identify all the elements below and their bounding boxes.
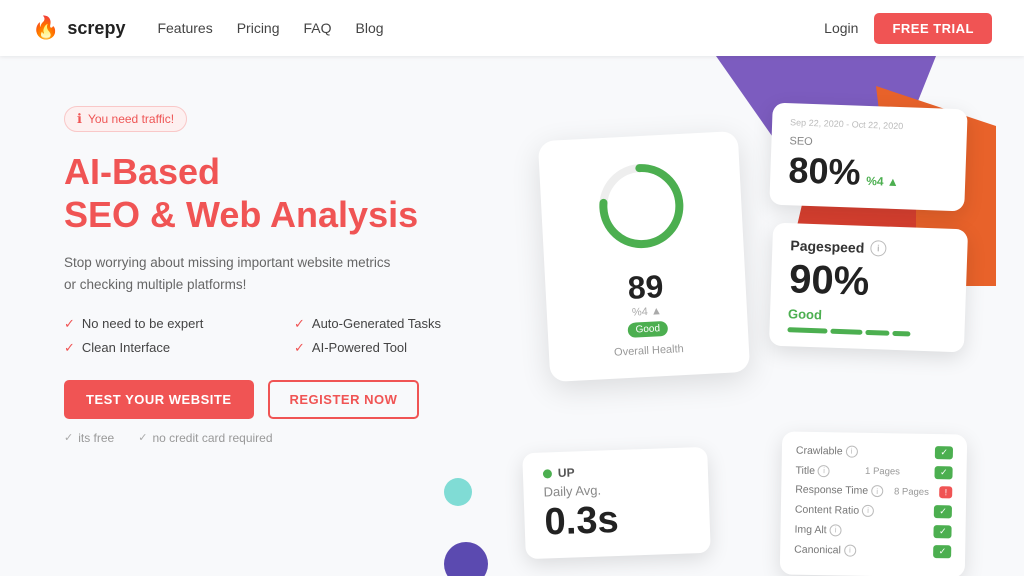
- logo: 🔥 screpy: [32, 15, 125, 41]
- title-val: 1 Pages: [865, 466, 900, 478]
- check-icon-3: ✓: [64, 340, 75, 356]
- good-badge: Good: [627, 321, 668, 338]
- logo-text: screpy: [67, 18, 125, 39]
- detail-label-title: Title i: [795, 464, 830, 477]
- feature-label-1: No need to be expert: [82, 316, 203, 331]
- detail-label-content: Content Ratio i: [795, 503, 874, 516]
- pagespeed-label: Pagespeed: [790, 237, 864, 256]
- cta-row: TEST YOUR WEBSITE REGISTER NOW: [64, 380, 504, 419]
- pagespeed-header: Pagespeed i: [790, 237, 949, 259]
- card-seo: Sep 22, 2020 - Oct 22, 2020 SEO 80% %4 ▲: [769, 103, 967, 212]
- crawlable-info: i: [846, 445, 858, 457]
- pagespeed-info-icon: i: [870, 240, 887, 257]
- health-label: Overall Health: [573, 341, 725, 361]
- progress-bar-2: [830, 329, 862, 335]
- feature-item-4: ✓ AI-Powered Tool: [294, 340, 504, 356]
- nav-links: Features Pricing FAQ Blog: [157, 20, 383, 36]
- progress-bar-1: [787, 327, 827, 333]
- pagespeed-bars: [787, 327, 946, 338]
- seo-change: %4 ▲: [866, 174, 899, 189]
- uptime-status: UP: [558, 465, 575, 480]
- response-badge: !: [940, 486, 953, 498]
- note-no-card: ✓ no credit card required: [138, 431, 272, 445]
- hero-description: Stop worrying about missing important we…: [64, 252, 404, 295]
- seo-score-value: 80%: [788, 149, 861, 193]
- note-check-2: ✓: [138, 431, 147, 444]
- up-dot: [543, 469, 552, 478]
- heading-line2: SEO & Web Analysis: [64, 193, 504, 236]
- gauge-container: [563, 152, 720, 265]
- detail-row-canonical: Canonical i ✓: [794, 543, 951, 559]
- detail-row-crawlable: Crawlable i ✓: [796, 444, 953, 460]
- imgalt-info: i: [830, 524, 842, 536]
- login-button[interactable]: Login: [824, 20, 858, 36]
- check-icon-1: ✓: [64, 316, 75, 332]
- hero-content: ℹ You need traffic! AI-Based SEO & Web A…: [64, 96, 504, 445]
- progress-bar-4: [892, 331, 910, 337]
- title-badge: ✓: [935, 466, 953, 479]
- title-info: i: [818, 465, 830, 477]
- badge-text: You need traffic!: [88, 112, 174, 126]
- detail-row-title: Title i 1 Pages ✓: [795, 464, 952, 480]
- feature-label-2: Auto-Generated Tasks: [312, 316, 441, 331]
- seo-score-row: 80% %4 ▲: [788, 149, 948, 197]
- uptime-status-row: UP: [543, 461, 688, 480]
- pagespeed-status: Good: [788, 306, 947, 327]
- card-overall-health: 89 %4 ▲ Good Overall Health: [538, 131, 750, 382]
- detail-label-imgalt: Img Alt i: [794, 523, 841, 536]
- register-now-button[interactable]: REGISTER NOW: [268, 380, 420, 419]
- card-details: Crawlable i ✓ Title i 1 Pages ✓ Response…: [780, 431, 967, 576]
- nav-link-features[interactable]: Features: [157, 20, 212, 36]
- detail-label-crawlable: Crawlable i: [796, 444, 858, 457]
- note-check-1: ✓: [64, 431, 73, 444]
- imgalt-badge: ✓: [934, 525, 952, 538]
- detail-row-response: Response Time i 8 Pages !: [795, 484, 952, 499]
- detail-row-imgalt: Img Alt i ✓: [794, 523, 951, 539]
- navbar: 🔥 screpy Features Pricing FAQ Blog Login…: [0, 0, 1024, 56]
- progress-bar-3: [865, 330, 889, 336]
- cta-notes: ✓ its free ✓ no credit card required: [64, 431, 504, 445]
- traffic-badge: ℹ You need traffic!: [64, 106, 187, 132]
- gauge-svg: [589, 154, 694, 259]
- detail-row-content: Content Ratio i ✓: [795, 503, 952, 519]
- card-pagespeed: Pagespeed i 90% Good: [769, 223, 968, 353]
- feature-item-3: ✓ Clean Interface: [64, 340, 274, 356]
- seo-date: Sep 22, 2020 - Oct 22, 2020: [790, 117, 949, 133]
- canonical-badge: ✓: [934, 545, 952, 558]
- nav-link-pricing[interactable]: Pricing: [237, 20, 280, 36]
- dot-teal: [444, 478, 472, 506]
- hero-heading: AI-Based SEO & Web Analysis: [64, 150, 504, 236]
- content-badge: ✓: [934, 505, 952, 518]
- nav-link-faq[interactable]: FAQ: [304, 20, 332, 36]
- nav-link-blog[interactable]: Blog: [356, 20, 384, 36]
- info-icon: ℹ: [77, 111, 82, 127]
- response-info: i: [871, 485, 883, 497]
- feature-label-4: AI-Powered Tool: [312, 340, 407, 355]
- free-trial-button[interactable]: FREE TRIAL: [874, 13, 992, 44]
- content-info: i: [862, 504, 874, 516]
- crawlable-badge: ✓: [935, 446, 953, 459]
- test-website-button[interactable]: TEST YOUR WEBSITE: [64, 380, 254, 419]
- uptime-value: 0.3s: [544, 496, 690, 544]
- card-uptime: UP Daily Avg. 0.3s: [522, 447, 711, 559]
- nav-left: 🔥 screpy Features Pricing FAQ Blog: [32, 15, 384, 41]
- hero-section: ℹ You need traffic! AI-Based SEO & Web A…: [0, 56, 1024, 576]
- feature-label-3: Clean Interface: [82, 340, 170, 355]
- heading-line1: AI-Based: [64, 150, 504, 193]
- logo-icon: 🔥: [32, 15, 59, 41]
- feature-item-1: ✓ No need to be expert: [64, 316, 274, 332]
- check-icon-2: ✓: [294, 316, 305, 332]
- hero-visuals: 89 %4 ▲ Good Overall Health Sep 22, 2020…: [504, 96, 976, 576]
- nav-right: Login FREE TRIAL: [824, 13, 992, 44]
- note-free: ✓ its free: [64, 431, 114, 445]
- pagespeed-score: 90%: [788, 257, 948, 308]
- dot-purple: [444, 542, 488, 576]
- features-list: ✓ No need to be expert ✓ Auto-Generated …: [64, 316, 504, 356]
- detail-label-canonical: Canonical i: [794, 543, 856, 556]
- feature-item-2: ✓ Auto-Generated Tasks: [294, 316, 504, 332]
- canonical-info: i: [844, 544, 856, 556]
- response-val: 8 Pages: [894, 486, 929, 498]
- detail-label-response: Response Time i: [795, 484, 883, 498]
- check-icon-4: ✓: [294, 340, 305, 356]
